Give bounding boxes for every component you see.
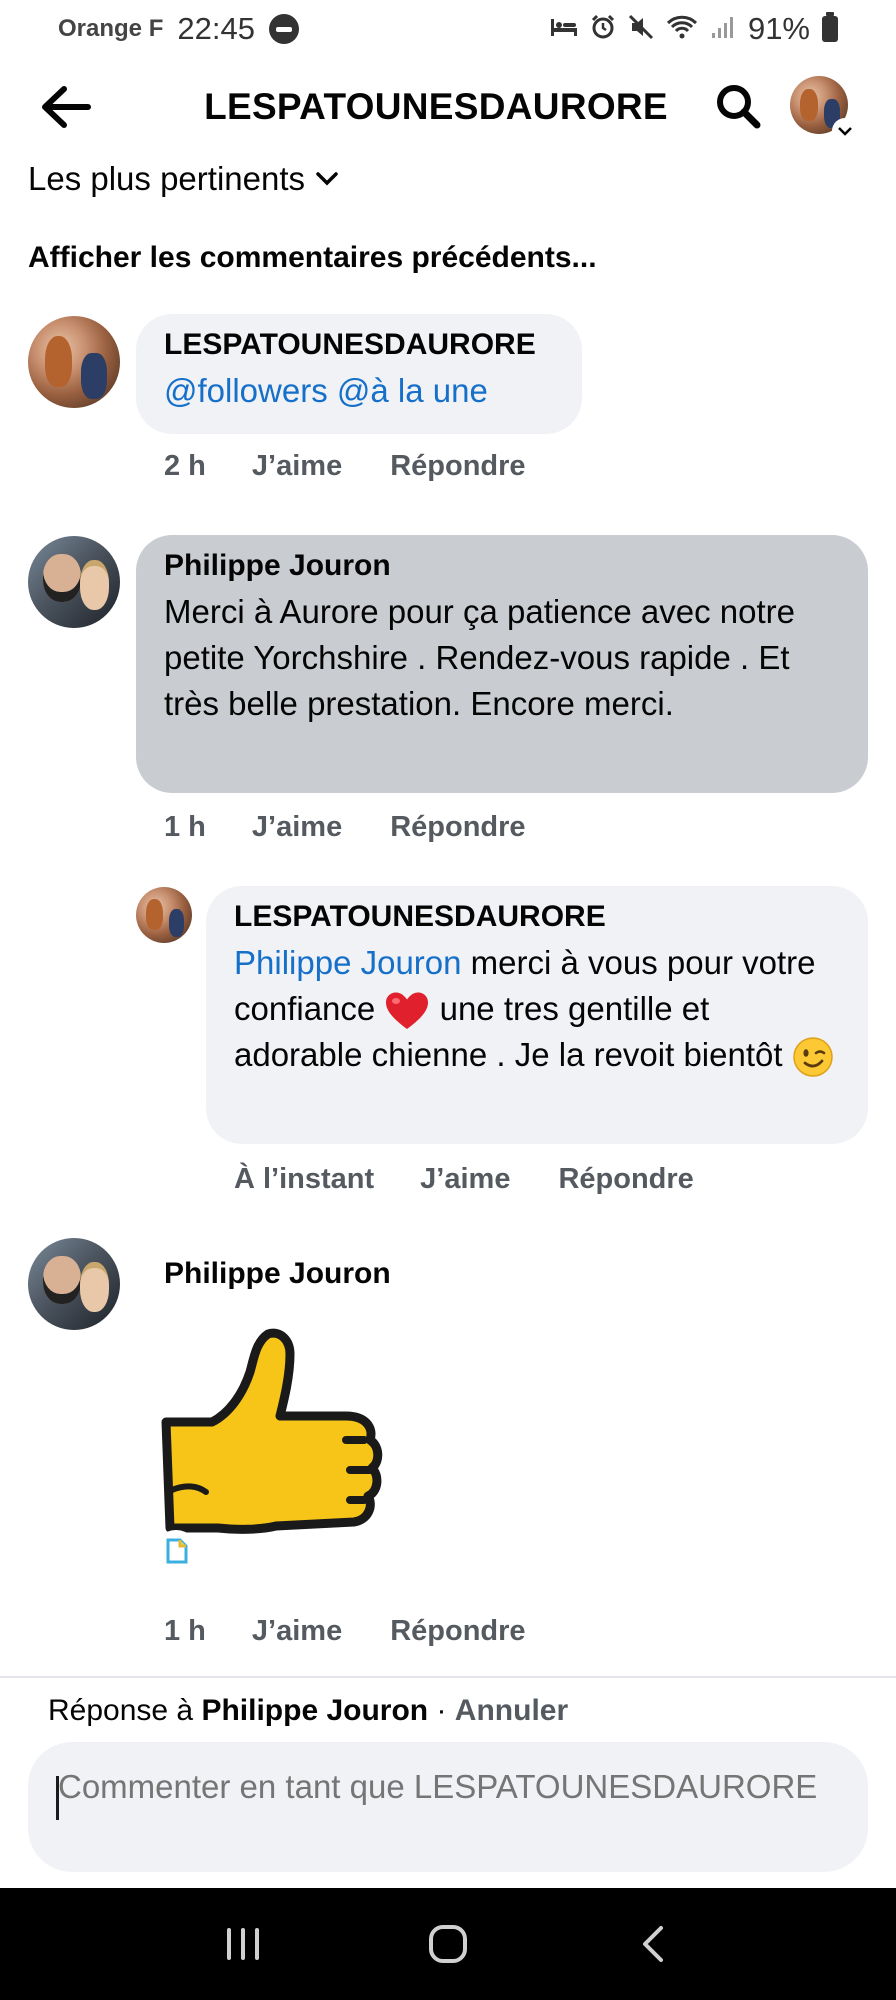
comment-text: Philippe Jouron merci à vous pour votre …	[234, 940, 840, 1078]
reply-button[interactable]: Répondre	[390, 450, 525, 483]
comment-text: Merci à Aurore pour ça patience avec not…	[164, 593, 796, 722]
clock: 22:45	[177, 11, 255, 46]
divider	[0, 1676, 896, 1678]
chevron-left-icon	[643, 1926, 664, 1962]
avatar[interactable]	[136, 887, 192, 943]
comment-time[interactable]: À l’instant	[234, 1163, 374, 1196]
back-button[interactable]	[36, 77, 96, 137]
signal-icon	[710, 15, 736, 43]
sleep-icon	[550, 16, 578, 42]
carrier-label: Orange F	[58, 15, 164, 42]
like-button[interactable]: J’aime	[252, 1615, 342, 1648]
avatar[interactable]	[28, 316, 120, 408]
avatar[interactable]	[28, 1238, 120, 1330]
reply-button[interactable]: Répondre	[390, 1615, 525, 1648]
system-back-button[interactable]	[613, 1904, 693, 1984]
reply-context: Réponse à Philippe Jouron · Annuler	[48, 1694, 569, 1727]
arrow-left-icon	[42, 86, 91, 128]
battery-level: 91%	[747, 11, 810, 46]
thumbs-up-sticker[interactable]	[150, 1322, 400, 1592]
profile-switcher[interactable]	[790, 76, 858, 144]
comment-time[interactable]: 1 h	[164, 811, 206, 844]
sort-dropdown[interactable]: Les plus pertinents	[28, 160, 339, 198]
mention-link[interactable]: Philippe Jouron	[234, 944, 462, 981]
like-button[interactable]: J’aime	[420, 1163, 510, 1196]
comment-actions: 1 h J’aime Répondre	[164, 1615, 526, 1648]
winking-face-emoji-icon	[792, 1037, 833, 1078]
comment-bubble: LESPATOUNESDAURORE @followers @à la une	[136, 314, 582, 434]
comment-text[interactable]: @followers @à la une	[164, 368, 554, 414]
page-title: LESPATOUNESDAURORE	[204, 86, 668, 127]
recent-apps-icon	[226, 1928, 259, 1960]
reply-target: Philippe Jouron	[201, 1694, 429, 1727]
comment-input[interactable]	[28, 1742, 868, 1872]
header: LESPATOUNESDAURORE	[0, 68, 896, 146]
recent-apps-button[interactable]	[203, 1904, 283, 1984]
comment-time[interactable]: 2 h	[164, 450, 206, 483]
like-button[interactable]: J’aime	[252, 811, 342, 844]
comment-author[interactable]: Philippe Jouron	[164, 549, 840, 583]
system-nav-bar	[0, 1888, 896, 2000]
comment-bubble: LESPATOUNESDAURORE Philippe Jouron merci…	[206, 886, 868, 1144]
sort-label: Les plus pertinents	[28, 160, 306, 197]
home-icon	[428, 1925, 467, 1963]
like-button[interactable]: J’aime	[252, 450, 342, 483]
do-not-disturb-icon	[268, 14, 299, 44]
chevron-down-icon	[832, 118, 858, 144]
comment-author[interactable]: Philippe Jouron	[164, 1257, 391, 1291]
comment-actions: 2 h J’aime Répondre	[164, 450, 526, 483]
mute-icon	[628, 14, 654, 44]
comment-author[interactable]: LESPATOUNESDAURORE	[234, 900, 840, 934]
comment-actions: À l’instant J’aime Répondre	[234, 1163, 694, 1196]
chevron-down-icon	[316, 172, 338, 186]
home-button[interactable]	[408, 1904, 488, 1984]
battery-icon	[822, 12, 838, 42]
previous-comments-link[interactable]: Afficher les commentaires précédents...	[28, 241, 597, 275]
comment-author[interactable]: LESPATOUNESDAURORE	[164, 328, 554, 362]
reply-button[interactable]: Répondre	[558, 1163, 693, 1196]
comment-bubble: Philippe Jouron Merci à Aurore pour ça p…	[136, 535, 868, 793]
thumbs-up-icon	[154, 1328, 383, 1574]
status-bar: Orange F 22:45 91%	[0, 0, 896, 58]
search-button[interactable]	[708, 76, 768, 136]
comment-time[interactable]: 1 h	[164, 1615, 206, 1648]
cancel-reply-button[interactable]: Annuler	[455, 1694, 568, 1727]
search-icon	[717, 85, 761, 129]
avatar[interactable]	[28, 536, 120, 628]
text-cursor	[56, 1776, 59, 1820]
comment-actions: 1 h J’aime Répondre	[164, 811, 526, 844]
heart-emoji-icon	[386, 992, 429, 1030]
alarm-icon	[590, 14, 616, 44]
reply-button[interactable]: Répondre	[390, 811, 525, 844]
wifi-icon	[666, 14, 698, 44]
